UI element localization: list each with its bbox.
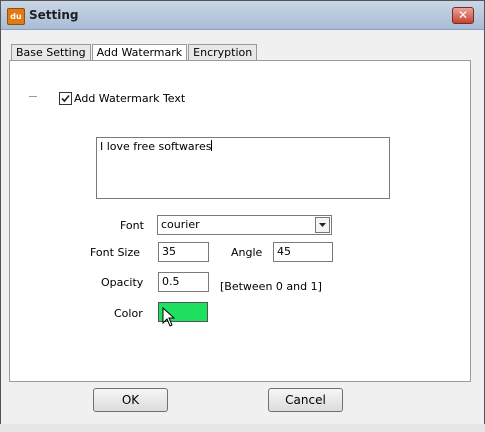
- font-size-value: 35: [162, 245, 176, 258]
- font-select[interactable]: courier: [157, 215, 332, 235]
- checkmark-icon: [61, 94, 70, 103]
- watermark-text-value: I love free softwares: [100, 140, 212, 153]
- window-title: Setting: [29, 8, 79, 22]
- tab-bar: Base Setting Add Watermark Encryption: [11, 44, 258, 60]
- add-watermark-label[interactable]: Add Watermark Text: [74, 92, 185, 105]
- opacity-hint: [Between 0 and 1]: [220, 280, 322, 293]
- font-size-label: Font Size: [90, 246, 141, 259]
- tree-dash: [29, 96, 37, 97]
- chevron-down-icon: [319, 223, 326, 227]
- title-bar[interactable]: du Setting ✕: [1, 1, 484, 30]
- ok-button[interactable]: OK: [93, 388, 168, 412]
- add-watermark-checkbox[interactable]: [59, 92, 72, 105]
- dropdown-button[interactable]: [315, 217, 330, 233]
- angle-label: Angle: [231, 246, 263, 259]
- mouse-cursor-icon: [162, 307, 176, 327]
- opacity-input[interactable]: 0.5: [158, 272, 209, 292]
- font-select-value: courier: [161, 218, 200, 231]
- app-icon: du: [7, 8, 25, 25]
- angle-value: 45: [277, 245, 291, 258]
- tab-add-watermark[interactable]: Add Watermark: [91, 44, 188, 60]
- close-button[interactable]: ✕: [452, 7, 474, 24]
- tab-base-setting[interactable]: Base Setting: [11, 44, 91, 60]
- close-icon: ✕: [457, 8, 469, 22]
- opacity-value: 0.5: [162, 275, 180, 288]
- color-label: Color: [114, 307, 143, 320]
- tab-encryption[interactable]: Encryption: [188, 44, 258, 60]
- settings-dialog: du Setting ✕ Base Setting Add Watermark …: [0, 0, 485, 432]
- text-caret: [211, 140, 213, 151]
- background-strip: [0, 424, 485, 432]
- font-label: Font: [120, 219, 144, 232]
- opacity-label: Opacity: [101, 276, 144, 289]
- angle-input[interactable]: 45: [273, 242, 333, 262]
- cancel-button[interactable]: Cancel: [268, 388, 343, 412]
- watermark-text-field[interactable]: I love free softwares: [96, 137, 390, 199]
- font-size-input[interactable]: 35: [158, 242, 209, 262]
